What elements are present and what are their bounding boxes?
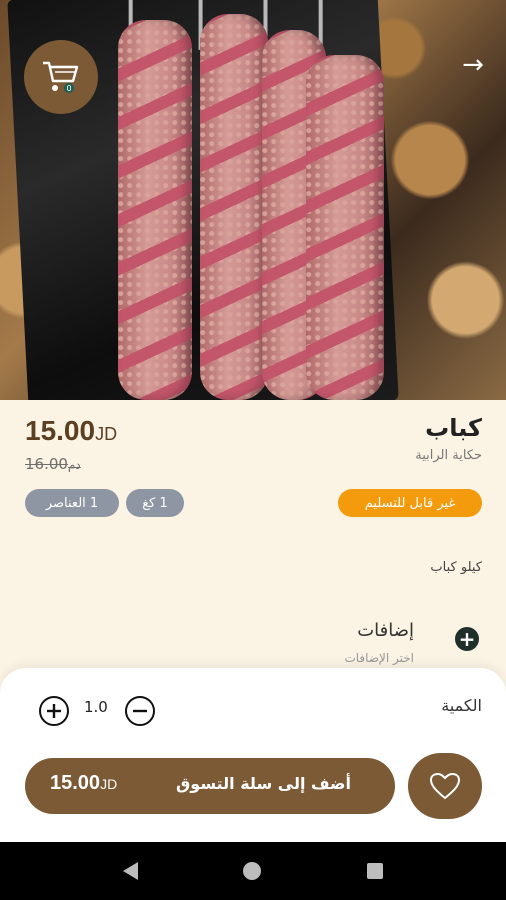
store-name: حكاية الرابية: [415, 448, 482, 463]
kebab-skewer: [200, 14, 268, 400]
addons-subtitle: اختر الإضافات: [344, 651, 414, 665]
product-description: كيلو كباب: [430, 560, 482, 575]
add-to-cart-button[interactable]: 15.00JD أضف إلى سلة التسوق: [25, 758, 395, 814]
old-price: 16.00ﺩﻡ: [25, 455, 81, 473]
arrow-right-icon: →: [462, 50, 484, 80]
system-navigation-bar: [0, 842, 506, 900]
nav-recents-icon[interactable]: [367, 863, 384, 879]
cart-icon: 0: [43, 61, 79, 93]
heart-icon: [429, 772, 461, 800]
cart-button[interactable]: 0: [24, 40, 98, 114]
weight-badge: 1 كغ: [126, 489, 184, 517]
items-badge: 1 العناصر: [25, 489, 119, 517]
product-price: 15.00JD: [25, 415, 118, 446]
plus-icon: +: [458, 627, 476, 651]
add-to-cart-label: أضف إلى سلة التسوق: [176, 774, 351, 793]
favorite-button[interactable]: [408, 753, 482, 819]
nav-back-icon[interactable]: [122, 862, 138, 880]
kebab-skewer: [306, 55, 384, 400]
product-title: كباب: [425, 414, 482, 442]
minus-circle-icon: [133, 709, 147, 713]
bottom-sheet: الكمية 1.0 15.00JD أضف إلى سلة التسوق: [0, 668, 506, 842]
delivery-status-badge: غير قابل للتسليم: [338, 489, 482, 517]
plus-circle-icon: [47, 704, 61, 718]
quantity-increase-button[interactable]: [39, 696, 69, 726]
add-addon-button[interactable]: +: [455, 627, 479, 651]
quantity-value: 1.0: [84, 698, 108, 716]
add-to-cart-price: 15.00JD: [50, 772, 118, 794]
svg-text:0: 0: [66, 84, 71, 93]
kebab-skewer: [118, 20, 192, 400]
back-button[interactable]: →: [458, 50, 488, 80]
quantity-label: الكمية: [441, 696, 482, 715]
addons-title: إضافات: [357, 620, 414, 641]
quantity-decrease-button[interactable]: [125, 696, 155, 726]
nav-home-icon[interactable]: [243, 862, 262, 880]
